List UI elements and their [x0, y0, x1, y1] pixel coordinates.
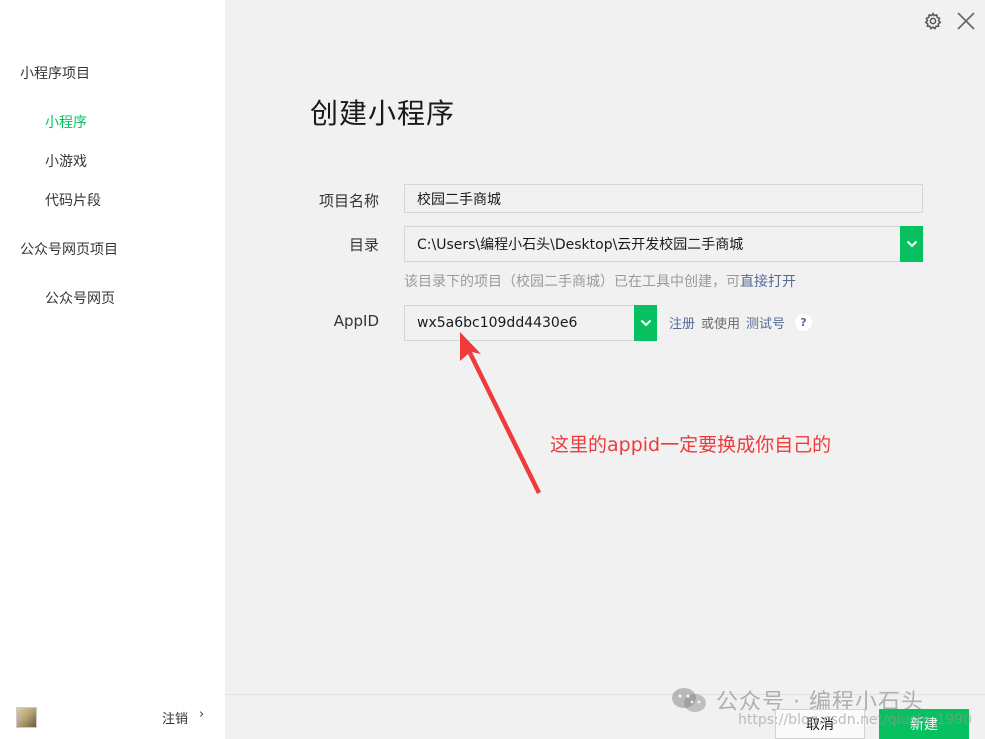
sidebar-item-official-webpage[interactable]: 公众号网页 — [45, 288, 115, 308]
appid-dropdown-button[interactable] — [634, 305, 657, 341]
close-icon[interactable] — [955, 10, 977, 32]
test-account-link[interactable]: 测试号 — [746, 313, 785, 332]
appid-value: wx5a6bc109dd4430e6 — [417, 315, 578, 331]
open-directly-link[interactable]: 直接打开 — [740, 274, 796, 290]
watermark-url: https://blog.csdn.net/qiushi_1990 — [738, 712, 973, 728]
annotation-text: 这里的appid一定要换成你自己的 — [550, 434, 832, 456]
chevron-down-icon — [906, 240, 917, 248]
directory-hint: 该目录下的项目（校园二手商城）已在工具中创建，可直接打开 — [404, 271, 796, 291]
sidebar-group-miniprogram: 小程序项目 — [20, 66, 90, 82]
page-title: 创建小程序 — [310, 97, 456, 130]
sidebar-group-official-account: 公众号网页项目 — [20, 242, 118, 258]
register-link[interactable]: 注册 — [669, 313, 695, 332]
logout-button[interactable]: 注销 — [162, 708, 188, 727]
help-icon[interactable]: ? — [795, 314, 812, 331]
directory-value: C:\Users\编程小石头\Desktop\云开发校园二手商城 — [417, 237, 744, 253]
sidebar-footer: 注销 › — [0, 695, 225, 739]
project-name-input[interactable]: 校园二手商城 — [404, 184, 923, 213]
sidebar: 小程序项目 小程序 小游戏 代码片段 公众号网页项目 公众号网页 注销 › — [0, 0, 225, 739]
annotation-arrow — [460, 332, 541, 494]
project-name-label: 项目名称 — [318, 192, 379, 210]
directory-input[interactable]: C:\Users\编程小石头\Desktop\云开发校园二手商城 — [404, 226, 901, 262]
or-use-text: 或使用 — [701, 317, 741, 332]
wechat-icon — [672, 688, 706, 712]
directory-label: 目录 — [348, 236, 379, 254]
avatar[interactable] — [16, 707, 37, 728]
appid-label: AppID — [333, 312, 379, 330]
chevron-down-icon — [640, 319, 651, 327]
chevron-right-icon[interactable]: › — [199, 707, 204, 722]
directory-hint-text: 该目录下的项目（校园二手商城）已在工具中创建，可 — [404, 274, 740, 290]
project-name-value: 校园二手商城 — [417, 191, 501, 208]
sidebar-item-minigame[interactable]: 小游戏 — [45, 151, 87, 171]
sidebar-item-code-snippet[interactable]: 代码片段 — [45, 190, 101, 210]
gear-icon[interactable] — [923, 11, 943, 31]
sidebar-item-miniprogram[interactable]: 小程序 — [45, 112, 87, 132]
directory-dropdown-button[interactable] — [900, 226, 923, 262]
